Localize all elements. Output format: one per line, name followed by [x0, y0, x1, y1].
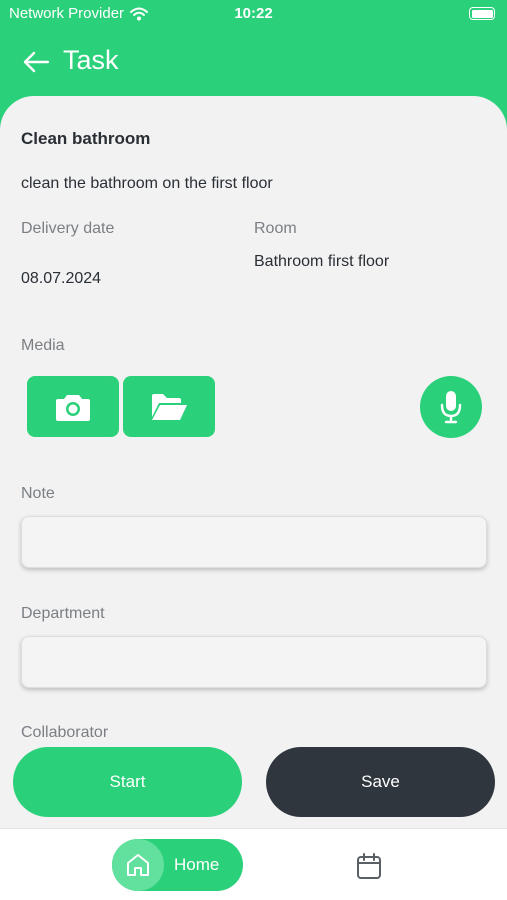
microphone-icon — [440, 391, 462, 424]
task-content[interactable]: Clean bathroom clean the bathroom on the… — [0, 96, 507, 828]
task-sheet: Clean bathroom clean the bathroom on the… — [0, 96, 507, 900]
nav-item-home[interactable]: Home — [112, 839, 243, 891]
calendar-icon — [357, 853, 381, 879]
room-value: Bathroom first floor — [254, 253, 390, 270]
folder-open-icon — [152, 393, 187, 420]
department-label: Department — [21, 605, 105, 622]
collaborator-label: Collaborator — [21, 724, 109, 741]
app-header: Task — [0, 40, 507, 84]
department-input[interactable] — [21, 636, 487, 688]
task-title: Clean bathroom — [21, 129, 151, 148]
room-label: Room — [254, 220, 297, 237]
back-button[interactable] — [20, 46, 52, 78]
delivery-date-value: 08.07.2024 — [21, 270, 102, 287]
status-bar: Network Provider 10:22 — [0, 0, 507, 28]
note-label: Note — [21, 485, 55, 502]
page-title: Task — [63, 45, 119, 75]
record-audio-button[interactable] — [420, 376, 482, 438]
camera-button[interactable] — [27, 376, 119, 437]
save-button[interactable]: Save — [266, 747, 495, 817]
folder-button[interactable] — [123, 376, 215, 437]
home-icon — [127, 854, 149, 876]
delivery-date-label: Delivery date — [21, 220, 115, 237]
home-icon-circle — [112, 839, 164, 891]
status-time: 10:22 — [234, 5, 273, 22]
note-input[interactable] — [21, 516, 487, 568]
nav-home-label: Home — [174, 855, 220, 874]
nav-item-calendar[interactable] — [352, 849, 386, 883]
media-label: Media — [21, 337, 65, 354]
camera-icon — [56, 394, 90, 421]
battery-icon — [469, 7, 495, 20]
task-description: clean the bathroom on the first floor — [21, 175, 273, 192]
start-button[interactable]: Start — [13, 747, 242, 817]
arrow-left-icon — [23, 51, 50, 73]
bottom-nav: Home — [0, 828, 507, 900]
